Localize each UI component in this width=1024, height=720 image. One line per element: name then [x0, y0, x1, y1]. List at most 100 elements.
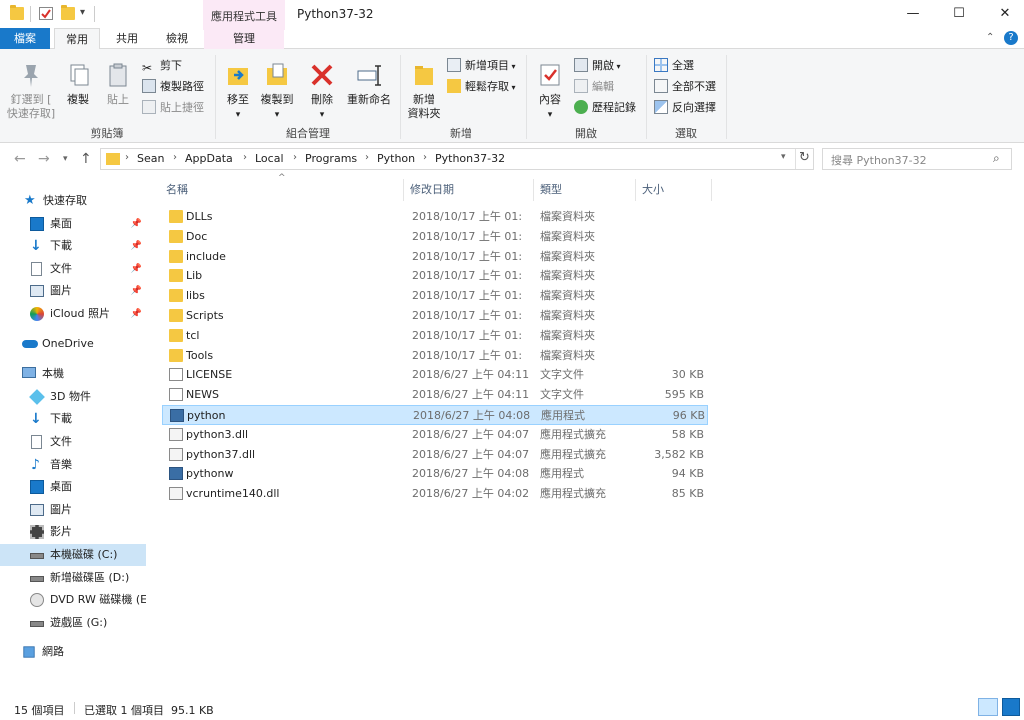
sidebar-item-music[interactable]: ♪ 音樂	[0, 454, 146, 476]
collapse-ribbon-icon[interactable]: ⌃	[986, 32, 994, 43]
copy-to-button[interactable]: 複製到 ▾	[258, 61, 296, 122]
table-row[interactable]: Lib 2018/10/17 上午 01: 檔案資料夾	[162, 266, 708, 286]
sidebar-item-pc-downloads[interactable]: ↓ 下載	[0, 408, 146, 430]
sidebar-item-dvd-drive-e[interactable]: DVD RW 磁碟機 (E	[0, 589, 146, 611]
pin-icon[interactable]: 📌	[131, 258, 142, 280]
tab-share[interactable]: 共用	[104, 28, 150, 49]
pin-icon[interactable]: 📌	[131, 213, 142, 235]
table-row[interactable]: python3.dll 2018/6/27 上午 04:07 應用程式擴充 58 KB	[162, 425, 708, 445]
copy-button[interactable]: 複製	[60, 61, 96, 107]
pin-icon[interactable]: 📌	[131, 280, 142, 302]
breadcrumb-python37-32[interactable]: Python37-32	[435, 152, 505, 165]
breadcrumb-sean[interactable]: Sean	[137, 152, 164, 165]
pin-icon[interactable]: 📌	[131, 303, 142, 325]
table-row[interactable]: Scripts 2018/10/17 上午 01: 檔案資料夾	[162, 306, 708, 326]
sidebar-item-desktop[interactable]: 桌面 📌	[0, 213, 146, 235]
copy-path-button[interactable]: 複製路徑	[142, 78, 204, 96]
paste-shortcut-button[interactable]: 貼上捷徑	[142, 99, 204, 117]
table-row[interactable]: DLLs 2018/10/17 上午 01: 檔案資料夾	[162, 207, 708, 227]
table-row[interactable]: LICENSE 2018/6/27 上午 04:11 文字文件 30 KB	[162, 365, 708, 385]
new-folder-button[interactable]: 新增 資料夾	[404, 61, 444, 121]
history-button[interactable]: 歷程記錄	[574, 99, 636, 117]
table-row[interactable]: vcruntime140.dll 2018/6/27 上午 04:02 應用程式擴充…	[162, 484, 708, 504]
close-button[interactable]: ✕	[982, 0, 1024, 28]
customize-toolbar-icon[interactable]: ▾	[80, 7, 85, 18]
table-row[interactable]: NEWS 2018/6/27 上午 04:11 文字文件 595 KB	[162, 385, 708, 405]
details-view-icon[interactable]	[978, 698, 998, 716]
sidebar-item-network[interactable]: 網路	[0, 641, 146, 663]
folder-icon[interactable]	[10, 5, 24, 20]
sidebar-item-pc-pictures[interactable]: 圖片	[0, 499, 146, 521]
new-folder-icon[interactable]	[61, 5, 75, 20]
table-row[interactable]: Tools 2018/10/17 上午 01: 檔案資料夾	[162, 346, 708, 366]
easy-access-button[interactable]: 輕鬆存取 ▾	[447, 78, 516, 96]
properties-button[interactable]: 內容 ▾	[532, 61, 568, 122]
select-none-button[interactable]: 全部不選	[654, 78, 716, 96]
chevron-right-icon[interactable]: ›	[243, 152, 247, 163]
chevron-right-icon[interactable]: ›	[125, 152, 129, 163]
sidebar-item-games-g[interactable]: 遊戲區 (G:)	[0, 612, 146, 634]
pin-to-quick-access-button[interactable]: 釘選到 [ 快速存取]	[6, 61, 56, 121]
sidebar-item-pc-documents[interactable]: 文件	[0, 431, 146, 453]
open-button[interactable]: 開啟 ▾	[574, 57, 621, 75]
chevron-right-icon[interactable]: ›	[423, 152, 427, 163]
column-header-type[interactable]: 類型	[534, 179, 636, 201]
sidebar-item-onedrive[interactable]: OneDrive	[0, 333, 146, 355]
search-input[interactable]: 搜尋 Python37-32	[831, 152, 927, 168]
table-row[interactable]: tcl 2018/10/17 上午 01: 檔案資料夾	[162, 326, 708, 346]
breadcrumb-python[interactable]: Python	[377, 152, 415, 165]
breadcrumb-appdata[interactable]: AppData	[185, 152, 233, 165]
sidebar-item-this-pc[interactable]: 本機	[0, 363, 146, 385]
recent-locations-icon[interactable]: ▾	[63, 154, 68, 164]
table-row[interactable]: python37.dll 2018/6/27 上午 04:07 應用程式擴充 3,58…	[162, 445, 708, 465]
tab-file[interactable]: 檔案	[0, 28, 50, 49]
up-arrow-icon[interactable]: ↑	[80, 151, 92, 167]
invert-selection-button[interactable]: 反向選擇	[654, 99, 716, 117]
address-bar[interactable]: › Sean › AppData › Local › Programs › Py…	[100, 148, 814, 170]
select-all-button[interactable]: 全選	[654, 57, 694, 75]
sidebar-item-icloud-photos[interactable]: iCloud 照片 📌	[0, 303, 146, 325]
chevron-right-icon[interactable]: ›	[293, 152, 297, 163]
large-icons-view-icon[interactable]	[1002, 698, 1020, 716]
refresh-icon[interactable]: ↻	[799, 150, 810, 165]
pin-icon[interactable]: 📌	[131, 235, 142, 257]
back-arrow-icon[interactable]: ←	[14, 151, 26, 167]
sidebar-item-videos[interactable]: 影片	[0, 521, 146, 543]
search-box[interactable]: 搜尋 Python37-32 ⌕	[822, 148, 1012, 170]
move-to-button[interactable]: 移至 ▾	[220, 61, 256, 122]
sidebar-item-pc-desktop[interactable]: 桌面	[0, 476, 146, 498]
delete-button[interactable]: 刪除 ▾	[304, 61, 340, 122]
chevron-right-icon[interactable]: ›	[365, 152, 369, 163]
chevron-right-icon[interactable]: ›	[173, 152, 177, 163]
breadcrumb-local[interactable]: Local	[255, 152, 284, 165]
paste-button[interactable]: 貼上	[100, 61, 136, 107]
column-header-size[interactable]: 大小	[636, 179, 712, 201]
search-icon[interactable]: ⌕	[993, 151, 1000, 166]
edit-button[interactable]: 編輯	[574, 78, 614, 96]
table-row[interactable]: include 2018/10/17 上午 01: 檔案資料夾	[162, 247, 708, 267]
cut-button[interactable]: ✂ 剪下	[142, 57, 182, 75]
table-row[interactable]: libs 2018/10/17 上午 01: 檔案資料夾	[162, 286, 708, 306]
sidebar-item-quick-access[interactable]: ★ 快速存取	[0, 190, 146, 212]
table-row[interactable]: pythonw 2018/6/27 上午 04:08 應用程式 94 KB	[162, 464, 708, 484]
maximize-button[interactable]: ☐	[936, 0, 982, 28]
sidebar-item-new-volume-d[interactable]: 新增磁碟區 (D:)	[0, 567, 146, 589]
sidebar-item-local-disk-c[interactable]: 本機磁碟 (C:)	[0, 544, 146, 566]
tab-manage[interactable]: 管理	[204, 28, 284, 49]
properties-icon[interactable]	[39, 7, 53, 20]
sidebar-item-3d-objects[interactable]: 3D 物件	[0, 386, 146, 408]
tab-view[interactable]: 檢視	[154, 28, 200, 49]
rename-button[interactable]: 重新命名	[343, 61, 395, 107]
table-row[interactable]: python 2018/6/27 上午 04:08 應用程式 96 KB	[162, 405, 708, 425]
minimize-button[interactable]: —	[890, 0, 936, 28]
sidebar-item-downloads[interactable]: ↓ 下載 📌	[0, 235, 146, 257]
table-row[interactable]: Doc 2018/10/17 上午 01: 檔案資料夾	[162, 227, 708, 247]
column-header-date[interactable]: 修改日期	[404, 179, 534, 201]
address-dropdown-icon[interactable]: ▾	[781, 152, 786, 162]
sidebar-item-documents[interactable]: 文件 📌	[0, 258, 146, 280]
forward-arrow-icon[interactable]: →	[38, 151, 50, 167]
breadcrumb-programs[interactable]: Programs	[305, 152, 357, 165]
tab-home[interactable]: 常用	[54, 28, 100, 50]
new-item-button[interactable]: 新增項目 ▾	[447, 57, 516, 75]
sidebar-item-pictures[interactable]: 圖片 📌	[0, 280, 146, 302]
